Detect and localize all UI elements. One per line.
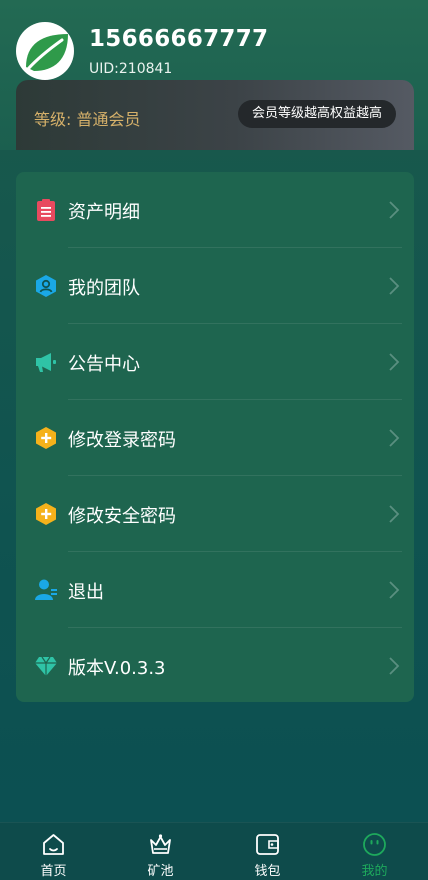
menu-label: 版本V.0.3.3 xyxy=(68,658,166,679)
team-icon xyxy=(36,275,56,297)
menu-item-change-security-password[interactable]: 修改安全密码 xyxy=(16,476,414,552)
menu-item-change-login-password[interactable]: 修改登录密码 xyxy=(16,400,414,476)
menu-item-version[interactable]: 版本V.0.3.3 xyxy=(16,628,414,704)
home-icon xyxy=(43,834,64,855)
avatar[interactable] xyxy=(16,22,74,80)
smile-face-icon xyxy=(363,833,386,856)
leaf-logo-icon xyxy=(26,34,68,71)
lock-hexagon-icon xyxy=(36,427,56,449)
menu-item-my-team[interactable]: 我的团队 xyxy=(16,248,414,324)
megaphone-icon xyxy=(36,353,56,372)
chevron-right-icon xyxy=(389,657,400,675)
crown-icon xyxy=(150,834,171,854)
lock-hexagon-icon xyxy=(36,503,56,525)
chevron-right-icon xyxy=(389,429,400,447)
menu-item-logout[interactable]: 退出 xyxy=(16,552,414,628)
member-level-badge[interactable]: 会员等级越高权益越高 xyxy=(237,100,396,128)
menu-item-announcements[interactable]: 公告中心 xyxy=(16,324,414,400)
tab-label: 我的 xyxy=(361,864,388,879)
user-logout-icon xyxy=(35,579,57,600)
member-level-card[interactable]: 等级: 普通会员 会员等级越高权益越高 xyxy=(16,80,414,150)
diamond-icon xyxy=(35,656,57,676)
menu-label: 修改安全密码 xyxy=(68,506,176,527)
menu-label: 修改登录密码 xyxy=(68,430,176,451)
bottom-tab-bar: 首页 矿池 钱包 我的 xyxy=(0,822,428,880)
wallet-icon xyxy=(256,834,279,855)
user-phone: 15666667777 xyxy=(89,26,269,52)
menu-label: 退出 xyxy=(68,582,104,603)
menu-label: 公告中心 xyxy=(68,354,140,375)
tab-wallet[interactable]: 钱包 xyxy=(214,823,321,880)
tab-label: 首页 xyxy=(40,864,67,879)
tab-pool[interactable]: 矿池 xyxy=(107,823,214,880)
chevron-right-icon xyxy=(389,581,400,599)
tab-mine[interactable]: 我的 xyxy=(321,823,428,880)
tab-home[interactable]: 首页 xyxy=(0,823,107,880)
chevron-right-icon xyxy=(389,201,400,219)
tab-label: 矿池 xyxy=(147,864,174,879)
chevron-right-icon xyxy=(389,353,400,371)
chevron-right-icon xyxy=(389,505,400,523)
user-uid: UID:210841 xyxy=(89,61,173,77)
tab-label: 钱包 xyxy=(254,864,281,879)
menu-label: 我的团队 xyxy=(68,278,140,299)
chevron-right-icon xyxy=(389,277,400,295)
menu-item-asset-details[interactable]: 资产明细 xyxy=(16,172,414,248)
menu-card: 资产明细 我的团队 公告中心 修改登录密码 修改安全密码 退出 版本V.0.3.… xyxy=(16,172,414,702)
clipboard-icon xyxy=(37,199,55,221)
member-level-label: 等级: 普通会员 xyxy=(34,110,141,129)
menu-label: 资产明细 xyxy=(68,202,140,223)
